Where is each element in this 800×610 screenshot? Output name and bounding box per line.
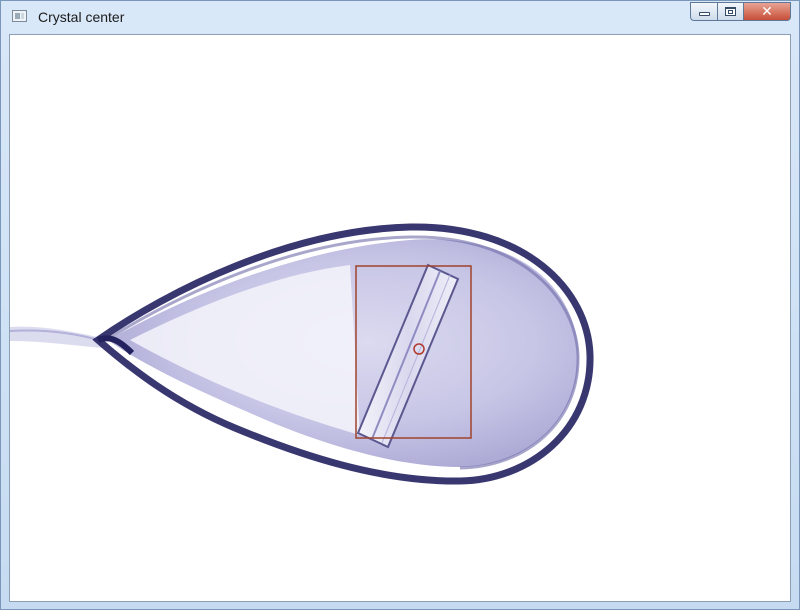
app-window-icon — [12, 10, 27, 22]
title-bar[interactable]: Crystal center ✕ — [1, 1, 799, 33]
loop-image — [10, 223, 594, 485]
camera-view[interactable] — [9, 34, 791, 602]
window-controls: ✕ — [690, 2, 791, 22]
maximize-icon — [725, 7, 736, 16]
minimize-button[interactable] — [690, 2, 718, 21]
crystal-center-window: Crystal center ✕ — [0, 0, 800, 610]
window-title: Crystal center — [38, 9, 125, 25]
close-button[interactable]: ✕ — [744, 2, 791, 21]
close-icon: ✕ — [761, 3, 773, 19]
minimize-icon — [698, 11, 710, 16]
maximize-button[interactable] — [718, 2, 744, 21]
